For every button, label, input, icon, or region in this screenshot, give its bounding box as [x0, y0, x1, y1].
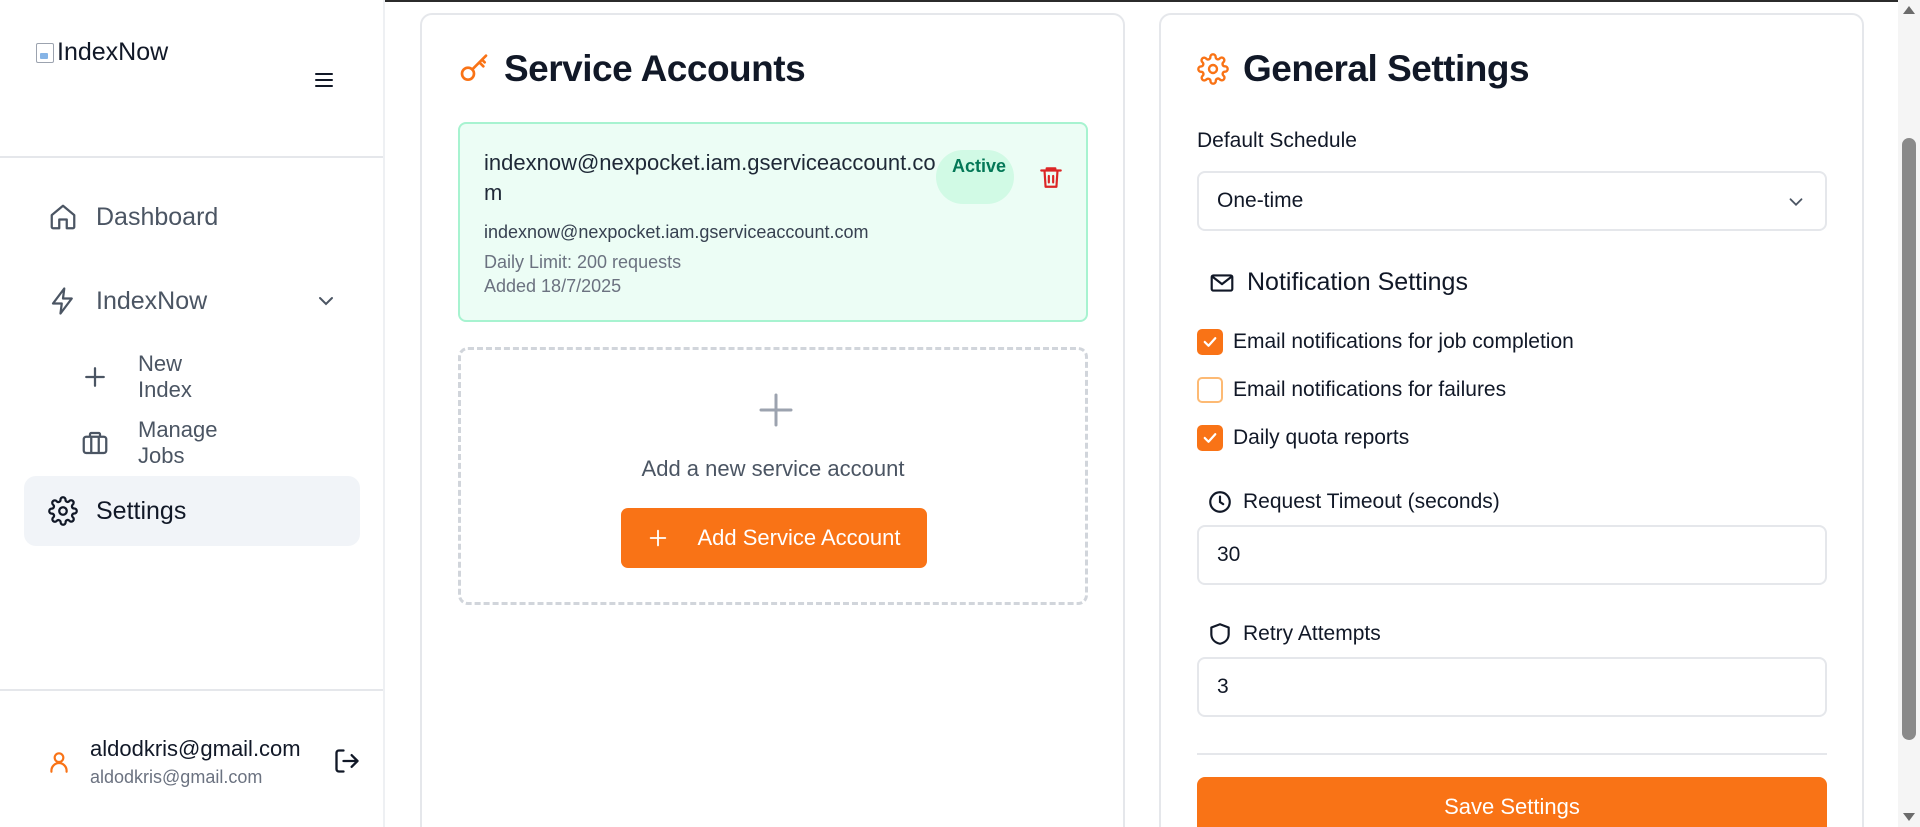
- sidebar-item-label: New Index: [138, 351, 192, 402]
- app-logo[interactable]: IndexNow: [36, 38, 168, 67]
- hamburger-menu-icon[interactable]: [312, 68, 336, 92]
- add-service-account-button[interactable]: Add Service Account: [621, 508, 927, 568]
- sidebar-item-label: IndexNow: [96, 286, 208, 315]
- sidebar-item-label: Dashboard: [96, 202, 219, 231]
- scrollbar-thumb[interactable]: [1902, 138, 1916, 740]
- sidebar-item-settings[interactable]: Settings: [24, 476, 360, 546]
- briefcase-icon: [80, 428, 110, 458]
- broken-image-icon: [36, 42, 54, 63]
- trash-icon[interactable]: [1038, 164, 1064, 190]
- service-account-email: indexnow@nexpocket.iam.gserviceaccount.c…: [484, 222, 869, 242]
- default-schedule-select[interactable]: One-time: [1197, 171, 1827, 231]
- checkbox-checked[interactable]: [1197, 425, 1223, 451]
- general-settings-header: General Settings: [1197, 48, 1530, 90]
- notification-settings-title: Notification Settings: [1247, 268, 1468, 296]
- checkbox-label: Email notifications for job completion: [1233, 330, 1574, 353]
- default-schedule-value: One-time: [1217, 189, 1304, 212]
- scroll-down-arrow-icon[interactable]: [1903, 813, 1915, 821]
- service-account-daily-limit: Daily Limit: 200 requests: [484, 252, 682, 272]
- shield-icon: [1207, 621, 1233, 647]
- mail-icon: [1209, 270, 1235, 296]
- retry-attempts-input[interactable]: [1197, 657, 1827, 717]
- checkbox-unchecked[interactable]: [1197, 377, 1223, 403]
- request-timeout-label-row: Request Timeout (seconds): [1197, 489, 1500, 515]
- lightning-icon: [48, 286, 78, 316]
- sidebar: IndexNow Dashboard IndexNow New Index Ma…: [0, 0, 385, 827]
- service-accounts-header: Service Accounts: [458, 48, 806, 90]
- retry-attempts-label-row: Retry Attempts: [1197, 621, 1381, 647]
- service-accounts-card: Service Accounts indexnow@nexpocket.iam.…: [420, 13, 1125, 827]
- sidebar-item-label: Settings: [96, 496, 187, 525]
- gear-icon: [48, 496, 78, 526]
- add-service-account-text: Add a new service account: [641, 456, 905, 481]
- checkbox-label: Daily quota reports: [1233, 426, 1410, 449]
- request-timeout-label: Request Timeout (seconds): [1243, 490, 1500, 513]
- checkbox-checked[interactable]: [1197, 329, 1223, 355]
- service-account-name: indexnow@nexpocket.iam.gserviceaccount.c…: [484, 150, 936, 205]
- daily-quota-reports-checkbox[interactable]: Daily quota reports: [1197, 425, 1409, 451]
- clock-icon: [1207, 489, 1233, 515]
- plus-icon: [756, 390, 796, 430]
- checkbox-label: Email notifications for failures: [1233, 378, 1507, 401]
- home-icon: [48, 202, 78, 232]
- request-timeout-input[interactable]: [1197, 525, 1827, 585]
- service-account-added-date: Added 18/7/2025: [484, 276, 622, 296]
- notification-settings-header: Notification Settings: [1197, 268, 1468, 297]
- sidebar-item-dashboard[interactable]: Dashboard: [24, 182, 360, 252]
- divider: [1197, 753, 1827, 755]
- general-settings-card: General Settings Default Schedule One-ti…: [1159, 13, 1864, 827]
- notify-job-completion-checkbox[interactable]: Email notifications for job completion: [1197, 329, 1574, 355]
- plus-icon: [647, 527, 669, 549]
- page-scrollbar[interactable]: [1898, 0, 1920, 827]
- plus-icon: [80, 362, 110, 392]
- retry-attempts-label: Retry Attempts: [1243, 622, 1381, 645]
- service-accounts-title: Service Accounts: [504, 48, 806, 89]
- sidebar-header: IndexNow: [0, 0, 383, 158]
- sidebar-item-label: Manage Jobs: [138, 417, 218, 468]
- notify-failures-checkbox[interactable]: Email notifications for failures: [1197, 377, 1506, 403]
- scroll-up-arrow-icon[interactable]: [1903, 6, 1915, 14]
- service-account-item: indexnow@nexpocket.iam.gserviceaccount.c…: [458, 122, 1088, 322]
- user-icon: [46, 749, 72, 775]
- general-settings-title: General Settings: [1243, 48, 1530, 89]
- logout-icon[interactable]: [333, 747, 361, 775]
- sidebar-user-panel: aldodkris@gmail.com aldodkris@gmail.com: [0, 689, 383, 827]
- save-settings-button[interactable]: Save Settings: [1197, 777, 1827, 827]
- user-email: aldodkris@gmail.com: [90, 767, 263, 787]
- default-schedule-label: Default Schedule: [1197, 129, 1357, 152]
- status-badge: Active: [936, 150, 1014, 204]
- user-name: aldodkris@gmail.com: [90, 736, 301, 761]
- chevron-down-icon: [1785, 191, 1807, 213]
- sidebar-item-manage-jobs[interactable]: Manage Jobs: [80, 417, 218, 468]
- sidebar-item-indexnow[interactable]: IndexNow: [24, 266, 360, 336]
- sidebar-item-new-index[interactable]: New Index: [80, 351, 192, 402]
- app-logo-text: IndexNow: [57, 38, 169, 66]
- gear-icon: [1197, 53, 1229, 85]
- add-service-account-dropzone: Add a new service account Add Service Ac…: [458, 347, 1088, 605]
- add-service-account-label: Add Service Account: [697, 525, 901, 550]
- key-icon: [458, 53, 490, 85]
- chevron-down-icon[interactable]: [314, 289, 338, 313]
